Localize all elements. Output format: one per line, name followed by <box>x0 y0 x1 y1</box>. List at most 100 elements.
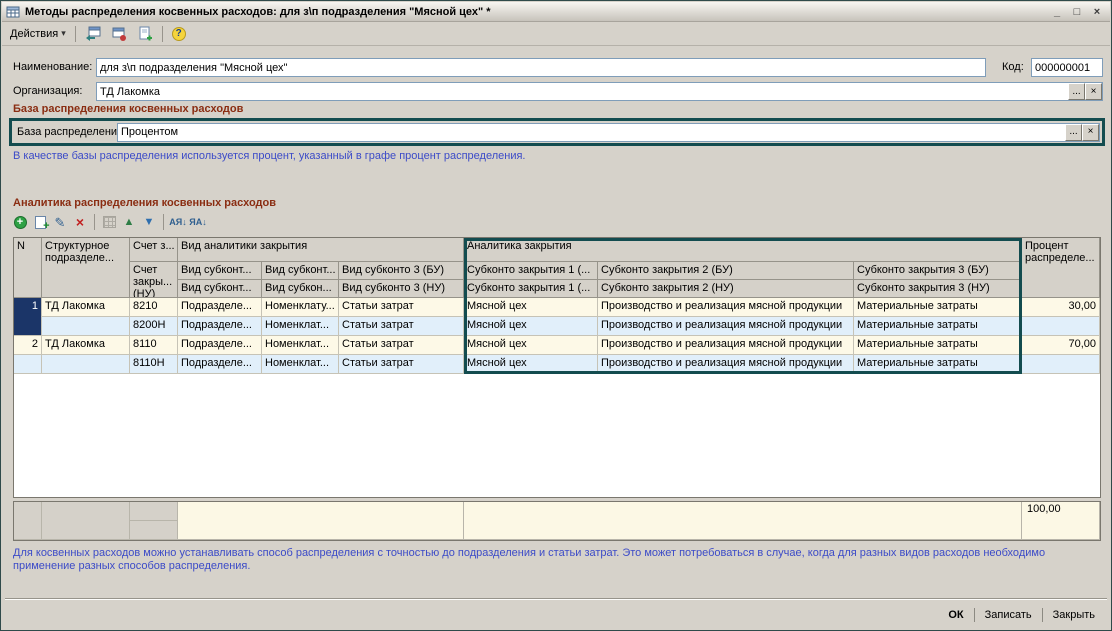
add-icon: + <box>14 216 27 229</box>
name-label: Наименование: <box>13 58 92 77</box>
titlebar[interactable]: Методы распределения косвенных расходов:… <box>2 2 1110 22</box>
window-controls: _ □ × <box>1048 4 1106 19</box>
cell-vid-3-bu[interactable]: Статьи затрат <box>339 298 464 317</box>
table-grid-icon <box>103 216 116 228</box>
column-group-closing-analytics-type: Вид аналитики закрытия <box>178 238 464 262</box>
base-field-label: База распределения: <box>17 126 117 138</box>
edit-row-button[interactable]: ✎ <box>51 213 69 231</box>
organization-input[interactable] <box>97 83 1068 100</box>
help-icon: ? <box>172 27 186 41</box>
maximize-button[interactable]: □ <box>1068 4 1086 19</box>
minimize-button[interactable]: _ <box>1048 4 1066 19</box>
help-button[interactable]: ? <box>168 24 190 44</box>
cell-account-nu[interactable]: 8200Н <box>130 317 178 336</box>
cell-sub-3-nu[interactable]: Материальные затраты <box>854 355 1022 374</box>
cell-empty[interactable] <box>1022 317 1100 336</box>
cell-account-nu[interactable]: 8110Н <box>130 355 178 374</box>
arrow-down-icon: ▼ <box>144 217 155 228</box>
grid-order-button <box>100 213 118 231</box>
cell-empty[interactable] <box>14 355 42 374</box>
close-button[interactable]: × <box>1088 4 1106 19</box>
code-input[interactable] <box>1031 58 1103 77</box>
totals-n-cell <box>14 502 42 540</box>
organization-clear-button[interactable]: × <box>1085 83 1102 100</box>
cell-sub-1-bu[interactable]: Мясной цех <box>464 336 598 355</box>
add-row-button[interactable]: + <box>11 213 29 231</box>
cell-empty[interactable] <box>1022 355 1100 374</box>
cell-sub-1-bu[interactable]: Мясной цех <box>464 298 598 317</box>
cell-sub-2-bu[interactable]: Производство и реализация мясной продукц… <box>598 298 854 317</box>
cell-account-bu[interactable]: 8110 <box>130 336 178 355</box>
cell-vid-3-nu[interactable]: Статьи затрат <box>339 355 464 374</box>
window-marker-icon <box>111 26 127 42</box>
add-copy-button[interactable]: + <box>31 213 49 231</box>
column-header-vid-3-nu: Вид субконто 3 (НУ) <box>339 280 464 298</box>
totals-account-nu-cell <box>130 521 178 540</box>
move-up-button[interactable]: ▲ <box>120 213 138 231</box>
sort-desc-button[interactable]: ЯА↓ <box>189 213 207 231</box>
column-header-vid-3-bu: Вид субконто 3 (БУ) <box>339 262 464 280</box>
window-icon <box>6 5 20 19</box>
column-header-account: Счет з... <box>130 238 178 262</box>
cell-vid-1-nu[interactable]: Подразделе... <box>178 317 262 336</box>
totals-percent-cell: 100,00 <box>1022 502 1100 540</box>
cell-vid-2-nu[interactable]: Номенклат... <box>262 317 339 336</box>
column-header-account-nu: Счет закры... (НУ) <box>130 262 178 298</box>
toolbar-separator <box>75 26 76 42</box>
column-header-sub-3-bu: Субконто закрытия 3 (БУ) <box>854 262 1022 280</box>
cell-account-bu[interactable]: 8210 <box>130 298 178 317</box>
cell-vid-1-nu[interactable]: Подразделе... <box>178 355 262 374</box>
organization-field: ... × <box>96 82 1103 101</box>
row-number-cell[interactable]: 2 <box>14 336 42 355</box>
close-window-button[interactable]: Закрыть <box>1043 609 1105 621</box>
cell-structural-division[interactable]: ТД Лакомка <box>42 298 130 317</box>
move-down-button[interactable]: ▼ <box>140 213 158 231</box>
organization-select-button[interactable]: ... <box>1068 83 1085 100</box>
cell-sub-2-nu[interactable]: Производство и реализация мясной продукц… <box>598 355 854 374</box>
ok-button[interactable]: ОК <box>938 609 973 621</box>
column-header-vid-1-nu: Вид субконт... <box>178 280 262 298</box>
cell-sub-2-nu[interactable]: Производство и реализация мясной продукц… <box>598 317 854 336</box>
cell-sub-3-nu[interactable]: Материальные затраты <box>854 317 1022 336</box>
base-select-button[interactable]: ... <box>1065 124 1082 141</box>
copy-settings-button[interactable] <box>133 24 157 44</box>
reread-button[interactable] <box>81 24 105 44</box>
cell-percent[interactable]: 30,00 <box>1022 298 1100 317</box>
base-input[interactable] <box>118 124 1065 141</box>
cell-vid-3-bu[interactable]: Статьи затрат <box>339 336 464 355</box>
sort-descending-icon: ЯА↓ <box>189 217 206 227</box>
cell-percent[interactable]: 70,00 <box>1022 336 1100 355</box>
row-number-cell-selected[interactable]: 1 <box>14 298 42 336</box>
name-input[interactable] <box>96 58 986 77</box>
sort-asc-button[interactable]: АЯ↓ <box>169 213 187 231</box>
delete-row-button[interactable]: × <box>71 213 89 231</box>
delete-icon: × <box>76 215 84 229</box>
plus-badge-icon: + <box>43 221 49 232</box>
cell-structural-division[interactable]: ТД Лакомка <box>42 336 130 355</box>
actions-button[interactable]: Действия ▾ <box>6 24 70 44</box>
cell-sub-1-nu[interactable]: Мясной цех <box>464 317 598 336</box>
copy-row-icon: + <box>35 216 46 229</box>
cell-empty[interactable] <box>42 317 130 336</box>
toolbar-separator <box>94 214 95 230</box>
cell-vid-2-nu[interactable]: Номенклат... <box>262 355 339 374</box>
window-arrow-icon <box>85 26 101 42</box>
button-bar: ОК Записать Закрыть <box>938 604 1105 626</box>
cell-vid-3-nu[interactable]: Статьи затрат <box>339 317 464 336</box>
toolbar-separator <box>163 214 164 230</box>
cell-vid-2-bu[interactable]: Номенклат... <box>262 336 339 355</box>
cell-vid-1-bu[interactable]: Подразделе... <box>178 336 262 355</box>
base-clear-button[interactable]: × <box>1082 124 1099 141</box>
cell-vid-2-bu[interactable]: Номенклату... <box>262 298 339 317</box>
structure-button[interactable] <box>107 24 131 44</box>
cell-sub-2-bu[interactable]: Производство и реализация мясной продукц… <box>598 336 854 355</box>
cell-empty[interactable] <box>42 355 130 374</box>
cell-sub-1-nu[interactable]: Мясной цех <box>464 355 598 374</box>
save-button[interactable]: Записать <box>975 609 1042 621</box>
column-group-closing-analytics: Аналитика закрытия <box>464 238 1022 262</box>
code-label: Код: <box>1002 58 1024 77</box>
dropdown-icon: ▾ <box>61 28 66 39</box>
cell-sub-3-bu[interactable]: Материальные затраты <box>854 298 1022 317</box>
cell-sub-3-bu[interactable]: Материальные затраты <box>854 336 1022 355</box>
cell-vid-1-bu[interactable]: Подразделе... <box>178 298 262 317</box>
